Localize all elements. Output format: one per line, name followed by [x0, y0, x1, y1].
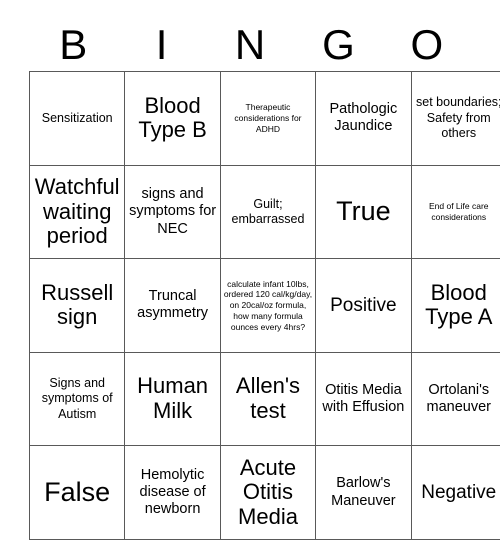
bingo-header-row: B I N G O — [29, 18, 471, 71]
bingo-cell[interactable]: Watchful waiting period — [28, 164, 126, 260]
bingo-cell-text: Blood Type A — [425, 279, 493, 330]
bingo-cell[interactable]: Positive — [315, 258, 412, 353]
bingo-cell[interactable]: Ortolani's maneuver — [410, 351, 500, 447]
bingo-header-letter-b: B — [59, 20, 88, 68]
bingo-cell-text: calculate infant 10lbs, ordered 120 cal/… — [223, 278, 313, 332]
bingo-card: B I N G O Sensitization Blood Type B The… — [28, 18, 500, 540]
bingo-cell[interactable]: Acute Otitis Media — [219, 445, 317, 540]
bingo-cell-text: Guilt; embarrassed — [231, 196, 305, 226]
bingo-cell-text: Therapeutic considerations for ADHD — [234, 102, 302, 134]
bingo-cell-text: Negative — [421, 481, 497, 503]
bingo-cell-text: Pathologic Jaundice — [329, 100, 398, 135]
bingo-cell-text: set boundaries; Safety from others — [416, 95, 500, 140]
bingo-cell[interactable]: Guilt; embarrassed — [219, 164, 317, 260]
bingo-cell[interactable]: Human Milk — [124, 351, 221, 447]
bingo-cell[interactable]: Sensitization — [28, 71, 126, 166]
bingo-cell[interactable]: Therapeutic considerations for ADHD — [219, 71, 317, 166]
bingo-cell[interactable]: Hemolytic disease of newborn — [124, 445, 221, 540]
bingo-cell[interactable]: Russell sign — [28, 258, 126, 353]
bingo-cell-text: End of Life care considerations — [428, 201, 489, 222]
bingo-row: False Hemolytic disease of newborn Acute… — [28, 445, 500, 540]
bingo-row: Watchful waiting period signs and sympto… — [28, 164, 500, 260]
bingo-header-letter-i: I — [155, 20, 168, 68]
bingo-header-letter-n: N — [234, 20, 266, 68]
bingo-cell-text: Ortolani's maneuver — [426, 381, 491, 416]
bingo-cell-text: Acute Otitis Media — [238, 454, 298, 529]
bingo-cell-text: True — [336, 196, 391, 227]
bingo-cell-text: Otitis Media with Effusion — [322, 381, 405, 416]
bingo-cell[interactable]: Barlow's Maneuver — [315, 445, 412, 540]
bingo-cell-text: Truncal asymmetry — [137, 288, 209, 322]
bingo-cell[interactable]: Otitis Media with Effusion — [315, 351, 412, 447]
bingo-cell-text: Blood Type B — [138, 92, 207, 143]
bingo-cell-text: Human Milk — [137, 373, 209, 424]
bingo-cell-text: Allen's test — [235, 373, 301, 424]
bingo-cell[interactable]: Pathologic Jaundice — [315, 71, 412, 166]
bingo-cell[interactable]: Blood Type B — [124, 71, 221, 166]
bingo-cell[interactable]: calculate infant 10lbs, ordered 120 cal/… — [219, 258, 317, 353]
bingo-row: Russell sign Truncal asymmetry calculate… — [28, 258, 500, 353]
bingo-cell[interactable]: set boundaries; Safety from others — [410, 71, 500, 166]
bingo-cell-text: Hemolytic disease of newborn — [139, 466, 206, 518]
bingo-cell-text: False — [44, 476, 111, 507]
bingo-cell-text: Sensitization — [41, 110, 113, 125]
bingo-cell-text: Watchful waiting period — [34, 173, 120, 249]
bingo-cell[interactable]: False — [28, 445, 126, 540]
bingo-row: Signs and symptoms of Autism Human Milk … — [28, 351, 500, 447]
bingo-cell[interactable]: Signs and symptoms of Autism — [28, 351, 126, 447]
bingo-header-letter-g: G — [322, 20, 355, 68]
bingo-cell[interactable]: Blood Type A — [410, 258, 500, 353]
bingo-cell[interactable]: True — [315, 164, 412, 260]
bingo-cell-text: Signs and symptoms of Autism — [41, 376, 113, 421]
bingo-cell[interactable]: Truncal asymmetry — [124, 258, 221, 353]
bingo-cell-text: signs and symptoms for NEC — [129, 185, 217, 237]
bingo-cell[interactable]: End of Life care considerations — [410, 164, 500, 260]
bingo-cell[interactable]: Allen's test — [219, 351, 317, 447]
bingo-cell-text: Positive — [330, 294, 397, 316]
bingo-row: Sensitization Blood Type B Therapeutic c… — [28, 71, 500, 166]
bingo-header-letter-o: O — [410, 20, 444, 68]
bingo-cell[interactable]: Negative — [410, 445, 500, 540]
bingo-cell-text: Barlow's Maneuver — [331, 475, 396, 509]
bingo-cell[interactable]: signs and symptoms for NEC — [124, 164, 221, 260]
bingo-cell-text: Russell sign — [41, 279, 114, 330]
bingo-grid: Sensitization Blood Type B Therapeutic c… — [28, 71, 500, 540]
